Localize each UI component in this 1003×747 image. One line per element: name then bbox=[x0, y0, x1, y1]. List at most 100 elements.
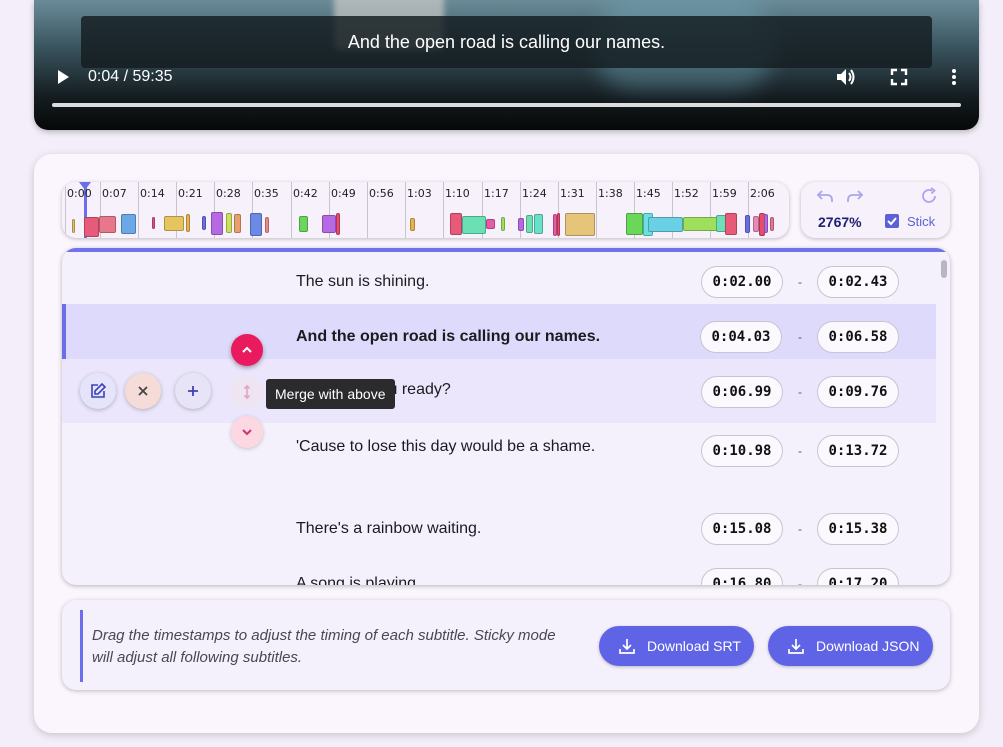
video-player[interactable]: And the open road is calling our names. … bbox=[34, 0, 979, 130]
stick-checkbox[interactable] bbox=[885, 214, 899, 228]
timeline-tick bbox=[443, 182, 444, 238]
subtitle-row-hovered[interactable]: ed, so are you ready? 0:06.99 - 0:09.76 bbox=[62, 359, 936, 423]
timeline-tick-label: 0:42 bbox=[293, 187, 318, 200]
timeline-subtitle-segment[interactable] bbox=[450, 213, 462, 235]
timeline-subtitle-segment[interactable] bbox=[486, 219, 495, 229]
timeline[interactable]: 0:00 0:07 0:14 0:21 0:28 0:35 0:42 0:49 0:56 1:03… bbox=[62, 182, 789, 238]
subtitle-row[interactable]: 'Cause to lose this day would be a shame… bbox=[62, 423, 936, 483]
download-json-label: Download JSON bbox=[816, 638, 920, 654]
reset-zoom-icon[interactable] bbox=[919, 186, 939, 206]
timeline-subtitle-segment[interactable] bbox=[186, 214, 190, 232]
subtitle-text[interactable]: 'Cause to lose this day would be a shame… bbox=[296, 438, 595, 456]
edit-button[interactable] bbox=[80, 373, 116, 409]
timestamp-separator: - bbox=[798, 577, 802, 585]
timeline-subtitle-segment[interactable] bbox=[99, 216, 116, 233]
end-timestamp[interactable]: 0:15.38 bbox=[817, 513, 899, 545]
timeline-subtitle-segment[interactable] bbox=[526, 215, 533, 233]
end-timestamp[interactable]: 0:02.43 bbox=[817, 266, 899, 298]
timeline-subtitle-segment[interactable] bbox=[164, 216, 184, 231]
timeline-subtitle-segment[interactable] bbox=[410, 218, 415, 231]
move-down-button[interactable] bbox=[231, 416, 263, 448]
timeline-subtitle-segment[interactable] bbox=[234, 214, 241, 233]
start-timestamp[interactable]: 0:02.00 bbox=[701, 266, 783, 298]
timestamp-separator: - bbox=[798, 522, 802, 536]
timeline-subtitle-segment[interactable] bbox=[648, 217, 683, 232]
undo-icon[interactable] bbox=[815, 186, 835, 206]
start-timestamp[interactable]: 0:10.98 bbox=[701, 435, 783, 467]
more-vert-icon[interactable] bbox=[944, 67, 964, 87]
timestamp-separator: - bbox=[798, 444, 802, 458]
timeline-subtitle-segment[interactable] bbox=[745, 215, 750, 233]
merge-vertical-icon bbox=[243, 384, 251, 400]
timestamp-separator: - bbox=[798, 385, 802, 399]
timeline-tick-label: 1:38 bbox=[598, 187, 623, 200]
merge-tooltip: Merge with above bbox=[266, 379, 395, 409]
timeline-tick-label: 1:03 bbox=[407, 187, 432, 200]
timeline-tick-label: 0:35 bbox=[254, 187, 279, 200]
timeline-subtitle-segment[interactable] bbox=[725, 213, 737, 235]
timeline-subtitle-segment[interactable] bbox=[336, 213, 340, 235]
start-timestamp[interactable]: 0:15.08 bbox=[701, 513, 783, 545]
timeline-subtitle-segment[interactable] bbox=[121, 214, 136, 234]
timeline-subtitle-segment[interactable] bbox=[565, 213, 595, 236]
timeline-subtitle-segment[interactable] bbox=[226, 213, 232, 233]
download-srt-button[interactable]: Download SRT bbox=[599, 626, 754, 666]
timeline-tick bbox=[291, 182, 292, 238]
end-timestamp[interactable]: 0:09.76 bbox=[817, 376, 899, 408]
timeline-subtitle-segment[interactable] bbox=[72, 219, 75, 233]
list-scrollbar-thumb[interactable] bbox=[941, 260, 947, 278]
timeline-tick-label: 0:49 bbox=[331, 187, 356, 200]
timeline-subtitle-segment[interactable] bbox=[518, 218, 524, 231]
timeline-subtitle-segment[interactable] bbox=[322, 215, 336, 233]
subtitle-row[interactable]: The sun is shining. 0:02.00 - 0:02.43 bbox=[62, 256, 936, 306]
fullscreen-icon[interactable] bbox=[889, 67, 909, 87]
timeline-subtitle-segment[interactable] bbox=[250, 213, 262, 236]
timeline-tick-label: 0:07 bbox=[102, 187, 127, 200]
timeline-subtitle-segment[interactable] bbox=[462, 216, 486, 234]
volume-icon[interactable] bbox=[834, 66, 856, 88]
list-scrollbar[interactable] bbox=[942, 254, 948, 579]
subtitle-text[interactable]: There's a rainbow waiting. bbox=[296, 520, 481, 538]
subtitle-text[interactable]: And the open road is calling our names. bbox=[296, 328, 600, 346]
timeline-tick-label: 0:00 bbox=[67, 187, 92, 200]
timeline-subtitle-segment[interactable] bbox=[202, 216, 206, 230]
timeline-subtitle-segment[interactable] bbox=[152, 217, 155, 229]
timeline-subtitle-segment[interactable] bbox=[265, 217, 269, 233]
chevron-up-icon bbox=[242, 346, 252, 353]
timeline-tick bbox=[405, 182, 406, 238]
subtitle-row[interactable]: A song is playing 0:16.80 - 0:17.20 bbox=[62, 558, 936, 585]
timeline-tick-label: 1:17 bbox=[484, 187, 509, 200]
subtitle-row-active[interactable]: And the open road is calling our names. … bbox=[62, 304, 936, 359]
subtitle-text[interactable]: A song is playing bbox=[296, 575, 416, 585]
add-button[interactable] bbox=[175, 373, 211, 409]
timeline-subtitle-segment[interactable] bbox=[557, 213, 560, 236]
start-timestamp[interactable]: 0:04.03 bbox=[700, 321, 782, 353]
timeline-subtitle-segment[interactable] bbox=[764, 214, 768, 233]
download-icon bbox=[619, 639, 635, 654]
move-up-button[interactable] bbox=[231, 334, 263, 366]
end-timestamp[interactable]: 0:06.58 bbox=[817, 321, 899, 353]
timeline-subtitle-segment[interactable] bbox=[501, 217, 505, 231]
end-timestamp[interactable]: 0:17.20 bbox=[817, 568, 899, 585]
play-icon[interactable] bbox=[54, 68, 72, 86]
timeline-tick-label: 1:45 bbox=[636, 187, 661, 200]
timeline-tick-label: 0:28 bbox=[216, 187, 241, 200]
video-time: 0:04 / 59:35 bbox=[88, 68, 173, 85]
timeline-subtitle-segment[interactable] bbox=[626, 213, 643, 235]
subtitle-text[interactable]: The sun is shining. bbox=[296, 273, 429, 291]
timeline-subtitle-segment[interactable] bbox=[84, 217, 99, 237]
delete-button[interactable] bbox=[125, 373, 161, 409]
timeline-subtitle-segment[interactable] bbox=[211, 212, 223, 235]
timeline-subtitle-segment[interactable] bbox=[299, 216, 308, 232]
seek-bar[interactable] bbox=[52, 103, 961, 107]
download-json-button[interactable]: Download JSON bbox=[768, 626, 933, 666]
stick-label[interactable]: Stick bbox=[907, 214, 935, 229]
timeline-subtitle-segment[interactable] bbox=[534, 214, 543, 234]
merge-button[interactable] bbox=[231, 376, 263, 408]
timeline-subtitle-segment[interactable] bbox=[770, 217, 774, 231]
subtitle-row[interactable]: There's a rainbow waiting. 0:15.08 - 0:1… bbox=[62, 503, 936, 553]
redo-icon[interactable] bbox=[845, 186, 865, 206]
start-timestamp[interactable]: 0:16.80 bbox=[701, 568, 783, 585]
end-timestamp[interactable]: 0:13.72 bbox=[817, 435, 899, 467]
start-timestamp[interactable]: 0:06.99 bbox=[701, 376, 783, 408]
